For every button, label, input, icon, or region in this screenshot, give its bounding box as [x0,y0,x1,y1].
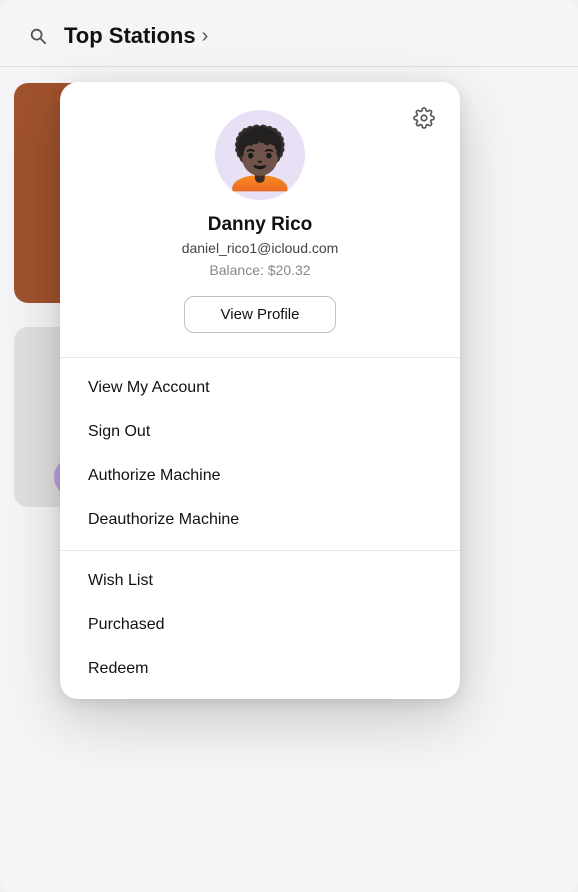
menu-group-1: View My Account Sign Out Authorize Machi… [60,358,460,551]
menu-item-view-account[interactable]: View My Account [60,366,460,410]
menu-item-sign-out[interactable]: Sign Out [60,410,460,454]
menu-item-authorize-machine[interactable]: Authorize Machine [60,454,460,498]
menu-item-purchased[interactable]: Purchased [60,603,460,647]
user-email: daniel_rico1@icloud.com [182,240,339,256]
avatar: 🧑🏿‍🦱 [215,110,305,200]
settings-button[interactable] [408,102,440,134]
menu-item-deauthorize-machine[interactable]: Deauthorize Machine [60,498,460,542]
user-name: Danny Rico [208,214,313,236]
page-title: Top Stations › [64,23,208,49]
view-profile-button[interactable]: View Profile [184,296,337,333]
avatar-emoji: 🧑🏿‍🦱 [223,129,298,189]
profile-dropdown: 🧑🏿‍🦱 Danny Rico daniel_rico1@icloud.com … [60,82,460,699]
search-button[interactable] [20,18,56,54]
menu-item-wish-list[interactable]: Wish List [60,559,460,603]
user-balance: Balance: $20.32 [209,262,310,278]
title-chevron-icon: › [202,25,209,48]
menu-group-2: Wish List Purchased Redeem [60,551,460,699]
menu-item-redeem[interactable]: Redeem [60,647,460,691]
top-bar: Top Stations › [0,0,578,67]
profile-section: 🧑🏿‍🦱 Danny Rico daniel_rico1@icloud.com … [60,82,460,358]
